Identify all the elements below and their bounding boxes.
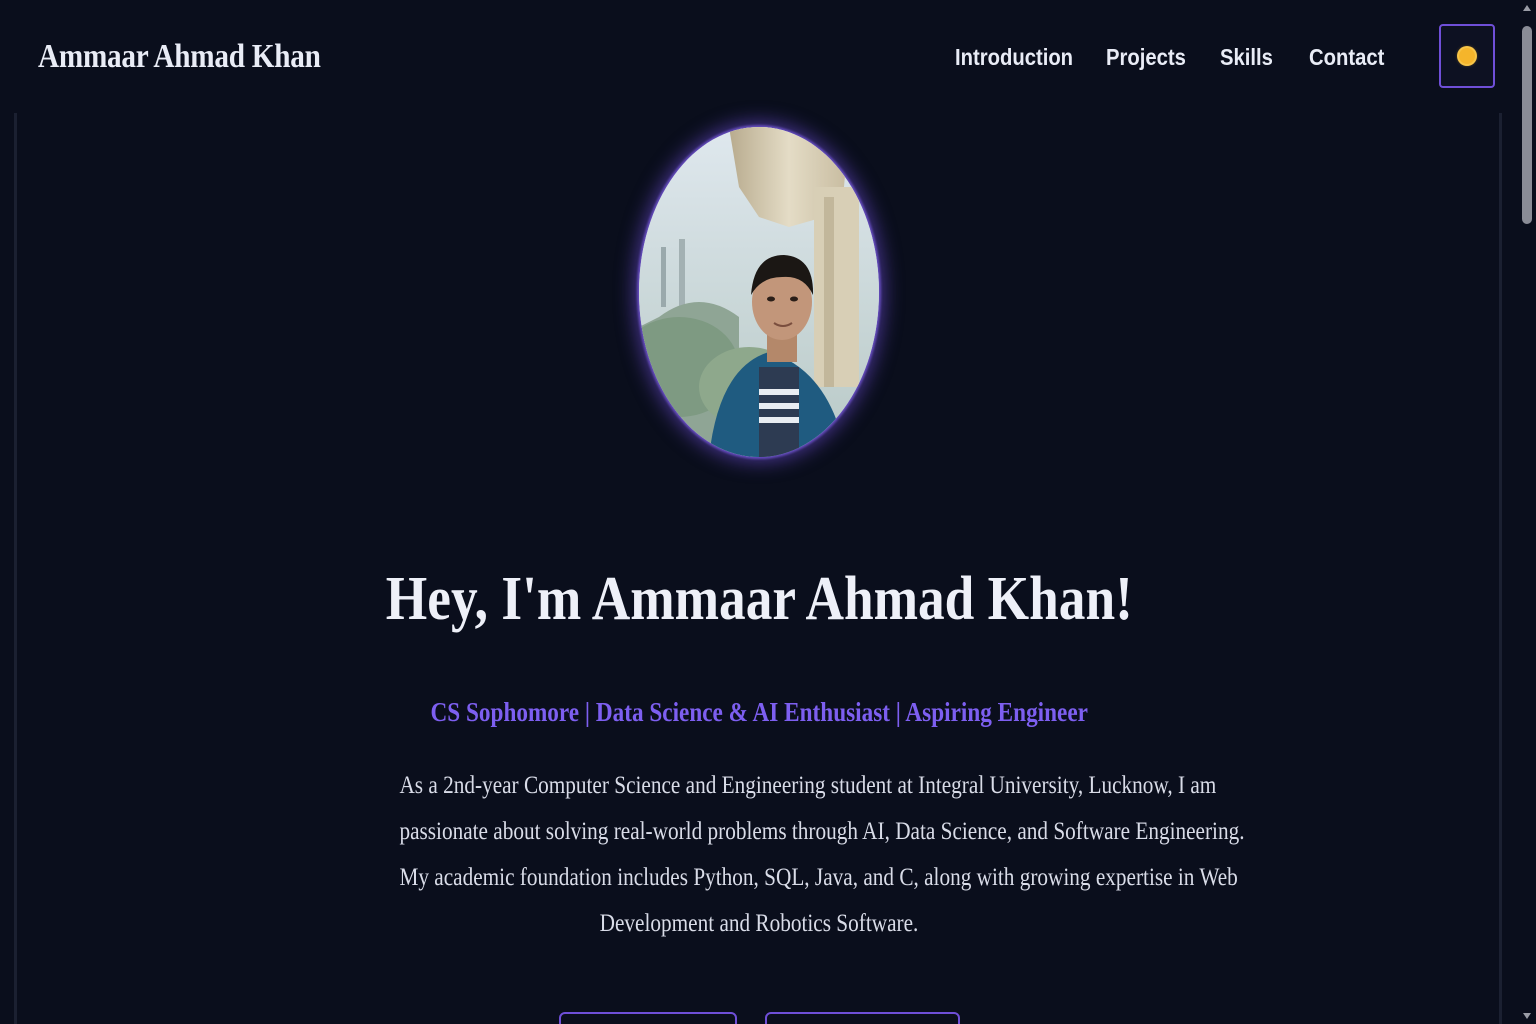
description-line: My academic foundation includes Python, … <box>399 864 1238 891</box>
site-header: Ammaar Ahmad Khan Introduction Projects … <box>0 0 1518 113</box>
profile-photo <box>639 127 879 457</box>
description-line: As a 2nd-year Computer Science and Engin… <box>399 772 1217 799</box>
page-scrollbar[interactable] <box>1518 0 1536 1024</box>
nav-link-contact[interactable]: Contact <box>1309 42 1384 72</box>
main-nav: Introduction Projects Skills Contact <box>0 42 1518 72</box>
scroll-thumb[interactable] <box>1522 26 1532 224</box>
primary-cta-button[interactable] <box>559 1012 737 1024</box>
hero-title: Hey, I'm Ammaar Ahmad Khan! <box>385 565 1133 633</box>
secondary-cta-button[interactable] <box>765 1012 960 1024</box>
description-line: passionate about solving real-world prob… <box>399 818 1245 845</box>
portfolio-page: Ammaar Ahmad Khan Introduction Projects … <box>0 0 1536 1024</box>
description-line: Development and Robotics Software. <box>599 910 919 937</box>
hero-description: As a 2nd-year Computer Science and Engin… <box>336 763 1245 947</box>
scroll-down-arrow-icon[interactable] <box>1523 1013 1531 1019</box>
nav-link-skills[interactable]: Skills <box>1220 42 1273 72</box>
hero-subtitle: CS Sophomore | Data Science & AI Enthusi… <box>430 697 1088 727</box>
profile-photo-illustration <box>639 127 879 457</box>
scroll-up-arrow-icon[interactable] <box>1523 5 1531 11</box>
theme-toggle-button[interactable] <box>1439 24 1495 88</box>
nav-link-introduction[interactable]: Introduction <box>955 42 1073 72</box>
nav-link-projects[interactable]: Projects <box>1106 42 1186 72</box>
sun-icon <box>1459 48 1475 64</box>
